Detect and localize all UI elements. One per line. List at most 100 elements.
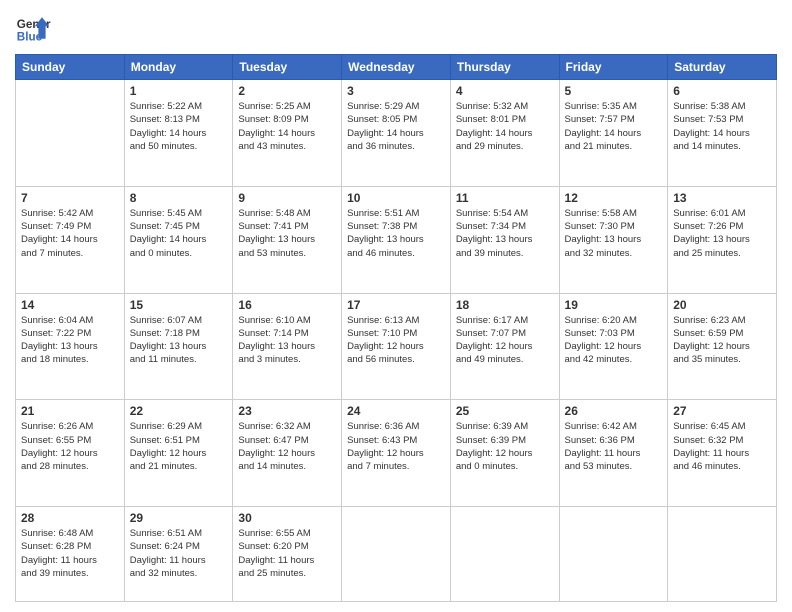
day-number: 13: [673, 191, 771, 205]
calendar-week-row: 14 Sunrise: 6:04 AM Sunset: 7:22 PM Dayli…: [16, 293, 777, 400]
calendar-cell: 5Sunrise: 5:35 AM Sunset: 7:57 PM Daylig…: [559, 80, 668, 187]
day-number: 4: [456, 84, 554, 98]
calendar-cell: 2 Sunrise: 5:25 AM Sunset: 8:09 PM Daylig…: [233, 80, 342, 187]
day-number: 21: [21, 404, 119, 418]
calendar-cell: 29 Sunrise: 6:51 AM Sunset: 6:24 PM Dayli…: [124, 507, 233, 602]
page: General Blue SundayMondayTuesdayWednesda…: [0, 0, 792, 612]
day-info: Sunrise: 6:45 AM Sunset: 6:32 PM Dayligh…: [673, 420, 771, 473]
calendar-table: SundayMondayTuesdayWednesdayThursdayFrid…: [15, 54, 777, 602]
day-number: 3: [347, 84, 445, 98]
day-info: Sunrise: 6:48 AM Sunset: 6:28 PM Dayligh…: [21, 527, 119, 580]
day-number: 22: [130, 404, 228, 418]
day-number: 2: [238, 84, 336, 98]
day-number: 27: [673, 404, 771, 418]
calendar-cell: 3 Sunrise: 5:29 AM Sunset: 8:05 PM Daylig…: [342, 80, 451, 187]
day-info: Sunrise: 5:51 AM Sunset: 7:38 PM Dayligh…: [347, 207, 445, 260]
day-info: Sunrise: 6:42 AM Sunset: 6:36 PM Dayligh…: [565, 420, 663, 473]
calendar-cell: 22 Sunrise: 6:29 AM Sunset: 6:51 PM Dayli…: [124, 400, 233, 507]
day-info: Sunrise: 6:07 AM Sunset: 7:18 PM Dayligh…: [130, 314, 228, 367]
day-number: 24: [347, 404, 445, 418]
calendar-cell: 23 Sunrise: 6:32 AM Sunset: 6:47 PM Dayli…: [233, 400, 342, 507]
day-info: Sunrise: 6:36 AM Sunset: 6:43 PM Dayligh…: [347, 420, 445, 473]
day-number: 29: [130, 511, 228, 525]
calendar-cell: 10 Sunrise: 5:51 AM Sunset: 7:38 PM Dayli…: [342, 186, 451, 293]
day-info: Sunrise: 5:32 AM Sunset: 8:01 PM Dayligh…: [456, 100, 554, 153]
day-number: 26: [565, 404, 663, 418]
day-info: Sunrise: 5:42 AM Sunset: 7:49 PM Dayligh…: [21, 207, 119, 260]
day-info: Sunrise: 6:51 AM Sunset: 6:24 PM Dayligh…: [130, 527, 228, 580]
day-info: Sunrise: 5:25 AM Sunset: 8:09 PM Dayligh…: [238, 100, 336, 153]
calendar-week-row: 1 Sunrise: 5:22 AM Sunset: 8:13 PM Daylig…: [16, 80, 777, 187]
calendar-cell: 24 Sunrise: 6:36 AM Sunset: 6:43 PM Dayli…: [342, 400, 451, 507]
day-info: Sunrise: 6:17 AM Sunset: 7:07 PM Dayligh…: [456, 314, 554, 367]
calendar-cell: 21 Sunrise: 6:26 AM Sunset: 6:55 PM Dayli…: [16, 400, 125, 507]
calendar-cell: 14 Sunrise: 6:04 AM Sunset: 7:22 PM Dayli…: [16, 293, 125, 400]
day-info: Sunrise: 5:54 AM Sunset: 7:34 PM Dayligh…: [456, 207, 554, 260]
calendar-cell: [450, 507, 559, 602]
calendar-cell: [668, 507, 777, 602]
logo: General Blue: [15, 10, 51, 46]
calendar-cell: 25 Sunrise: 6:39 AM Sunset: 6:39 PM Dayli…: [450, 400, 559, 507]
calendar-cell: 19Sunrise: 6:20 AM Sunset: 7:03 PM Dayli…: [559, 293, 668, 400]
day-header-tuesday: Tuesday: [233, 55, 342, 80]
day-info: Sunrise: 6:04 AM Sunset: 7:22 PM Dayligh…: [21, 314, 119, 367]
calendar-cell: 9Sunrise: 5:48 AM Sunset: 7:41 PM Daylig…: [233, 186, 342, 293]
calendar-cell: 17Sunrise: 6:13 AM Sunset: 7:10 PM Dayli…: [342, 293, 451, 400]
calendar-cell: 26 Sunrise: 6:42 AM Sunset: 6:36 PM Dayli…: [559, 400, 668, 507]
day-number: 7: [21, 191, 119, 205]
day-number: 20: [673, 298, 771, 312]
day-number: 15: [130, 298, 228, 312]
day-number: 1: [130, 84, 228, 98]
day-info: Sunrise: 5:45 AM Sunset: 7:45 PM Dayligh…: [130, 207, 228, 260]
calendar-cell: 7 Sunrise: 5:42 AM Sunset: 7:49 PM Daylig…: [16, 186, 125, 293]
calendar-cell: 13 Sunrise: 6:01 AM Sunset: 7:26 PM Dayli…: [668, 186, 777, 293]
day-info: Sunrise: 6:55 AM Sunset: 6:20 PM Dayligh…: [238, 527, 336, 580]
calendar-cell: 20 Sunrise: 6:23 AM Sunset: 6:59 PM Dayli…: [668, 293, 777, 400]
day-number: 10: [347, 191, 445, 205]
calendar-cell: 8 Sunrise: 5:45 AM Sunset: 7:45 PM Daylig…: [124, 186, 233, 293]
day-info: Sunrise: 5:29 AM Sunset: 8:05 PM Dayligh…: [347, 100, 445, 153]
calendar-cell: 12 Sunrise: 5:58 AM Sunset: 7:30 PM Dayli…: [559, 186, 668, 293]
calendar-cell: 28 Sunrise: 6:48 AM Sunset: 6:28 PM Dayli…: [16, 507, 125, 602]
day-info: Sunrise: 5:22 AM Sunset: 8:13 PM Dayligh…: [130, 100, 228, 153]
calendar-cell: [559, 507, 668, 602]
day-info: Sunrise: 6:20 AM Sunset: 7:03 PM Dayligh…: [565, 314, 663, 367]
calendar-cell: 18 Sunrise: 6:17 AM Sunset: 7:07 PM Dayli…: [450, 293, 559, 400]
calendar-week-row: 28 Sunrise: 6:48 AM Sunset: 6:28 PM Dayli…: [16, 507, 777, 602]
day-info: Sunrise: 6:29 AM Sunset: 6:51 PM Dayligh…: [130, 420, 228, 473]
day-number: 8: [130, 191, 228, 205]
day-number: 14: [21, 298, 119, 312]
day-number: 12: [565, 191, 663, 205]
day-number: 18: [456, 298, 554, 312]
day-info: Sunrise: 6:10 AM Sunset: 7:14 PM Dayligh…: [238, 314, 336, 367]
logo-icon: General Blue: [15, 10, 51, 46]
day-info: Sunrise: 5:35 AM Sunset: 7:57 PM Dayligh…: [565, 100, 663, 153]
day-number: 23: [238, 404, 336, 418]
day-header-saturday: Saturday: [668, 55, 777, 80]
calendar-cell: 4 Sunrise: 5:32 AM Sunset: 8:01 PM Daylig…: [450, 80, 559, 187]
day-number: 30: [238, 511, 336, 525]
calendar-cell: 1 Sunrise: 5:22 AM Sunset: 8:13 PM Daylig…: [124, 80, 233, 187]
header: General Blue: [15, 10, 777, 46]
day-number: 28: [21, 511, 119, 525]
day-info: Sunrise: 6:39 AM Sunset: 6:39 PM Dayligh…: [456, 420, 554, 473]
day-header-monday: Monday: [124, 55, 233, 80]
calendar-cell: 6Sunrise: 5:38 AM Sunset: 7:53 PM Daylig…: [668, 80, 777, 187]
day-info: Sunrise: 6:01 AM Sunset: 7:26 PM Dayligh…: [673, 207, 771, 260]
day-info: Sunrise: 6:23 AM Sunset: 6:59 PM Dayligh…: [673, 314, 771, 367]
day-header-wednesday: Wednesday: [342, 55, 451, 80]
calendar-cell: 30 Sunrise: 6:55 AM Sunset: 6:20 PM Dayli…: [233, 507, 342, 602]
day-number: 6: [673, 84, 771, 98]
day-number: 9: [238, 191, 336, 205]
day-header-friday: Friday: [559, 55, 668, 80]
day-info: Sunrise: 5:58 AM Sunset: 7:30 PM Dayligh…: [565, 207, 663, 260]
day-number: 25: [456, 404, 554, 418]
calendar-body: 1 Sunrise: 5:22 AM Sunset: 8:13 PM Daylig…: [16, 80, 777, 602]
calendar-header-row: SundayMondayTuesdayWednesdayThursdayFrid…: [16, 55, 777, 80]
day-header-sunday: Sunday: [16, 55, 125, 80]
calendar-cell: [342, 507, 451, 602]
day-info: Sunrise: 6:26 AM Sunset: 6:55 PM Dayligh…: [21, 420, 119, 473]
calendar-cell: 11Sunrise: 5:54 AM Sunset: 7:34 PM Dayli…: [450, 186, 559, 293]
day-number: 17: [347, 298, 445, 312]
day-info: Sunrise: 6:32 AM Sunset: 6:47 PM Dayligh…: [238, 420, 336, 473]
